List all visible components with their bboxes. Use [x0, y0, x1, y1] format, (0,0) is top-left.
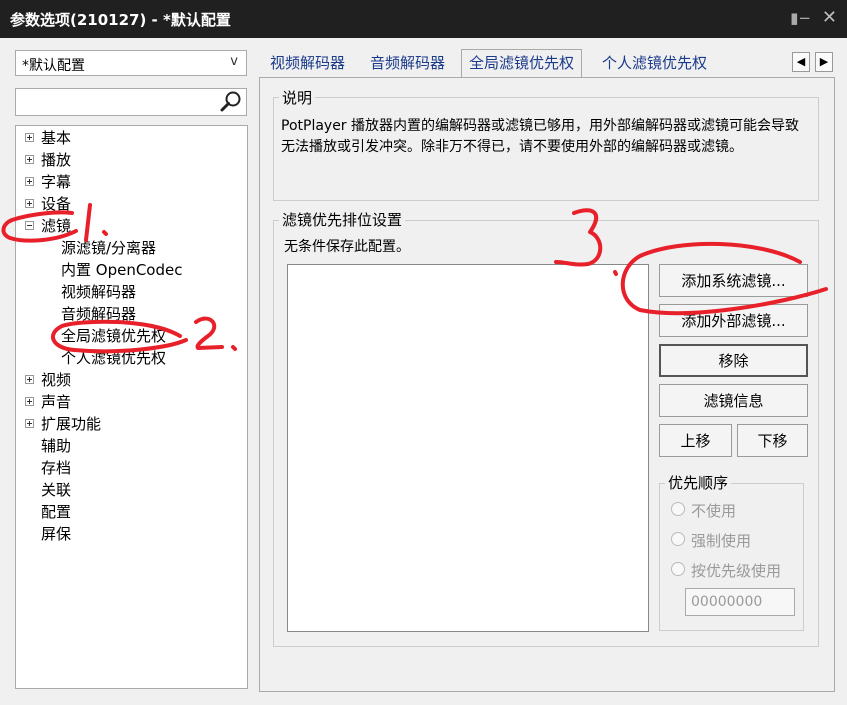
move-down-button[interactable]: 下移	[737, 424, 808, 457]
tab-2[interactable]: 音频解码器	[363, 50, 452, 77]
tab-scroll-left-button[interactable]: ◀	[792, 52, 810, 72]
tree-item-label: 基本	[41, 129, 72, 147]
pin-icon[interactable]: ▮−	[790, 9, 811, 27]
tree-item[interactable]: 关联	[41, 479, 71, 501]
tab-scroll-right-button[interactable]: ▶	[815, 52, 833, 72]
tab-4[interactable]: 个人滤镜优先权	[595, 50, 714, 77]
tab-bar: 视频解码器 音频解码器 全局滤镜优先权 个人滤镜优先权	[260, 49, 835, 78]
tree-item[interactable]: 设备	[25, 193, 72, 215]
move-up-button[interactable]: 上移	[659, 424, 732, 457]
tree-item[interactable]: 基本	[25, 127, 72, 149]
tree-item-label: 字幕	[41, 173, 72, 191]
radio-button[interactable]	[671, 562, 685, 576]
tree-item[interactable]: 扩展功能	[25, 413, 102, 435]
priority-value-field[interactable]: 00000000	[685, 588, 795, 616]
expand-icon[interactable]	[25, 199, 34, 208]
tree-item[interactable]: 辅助	[41, 435, 71, 457]
radio-button[interactable]	[671, 502, 685, 516]
tree-item[interactable]: 音频解码器	[61, 303, 136, 325]
tree-item[interactable]: 视频解码器	[61, 281, 136, 303]
tree-item[interactable]: 全局滤镜优先权	[61, 325, 166, 347]
radio-label: 按优先级使用	[691, 562, 782, 580]
tree-item-label: 个人滤镜优先权	[61, 349, 167, 367]
expand-icon[interactable]	[25, 155, 34, 164]
expand-icon[interactable]	[25, 397, 34, 406]
description-text: PotPlayer 播放器内置的编解码器或滤镜已够用，用外部编解码器或滤镜可能会…	[281, 118, 800, 155]
tree-item[interactable]: 屏保	[41, 523, 71, 545]
tree-item-label: 滤镜	[41, 217, 72, 235]
profile-select-value: *默认配置	[22, 58, 85, 74]
radio-label: 不使用	[691, 502, 737, 520]
tree-item-label: 源滤镜/分离器	[61, 239, 157, 257]
expand-icon[interactable]	[25, 177, 34, 186]
tree-item-label: 内置 OpenCodec	[61, 261, 183, 279]
tree-item-label: 屏保	[41, 525, 72, 543]
add-external-filter-button[interactable]: 添加外部滤镜...	[659, 304, 808, 337]
settings-tree[interactable]: 基本播放字幕设备滤镜源滤镜/分离器内置 OpenCodec 视频解码器音频解码器全…	[15, 125, 248, 689]
tree-item-label: 音频解码器	[61, 305, 137, 323]
tree-item-label: 辅助	[41, 437, 72, 455]
tree-item-label: 视频解码器	[61, 283, 137, 301]
tree-item[interactable]: 视频	[25, 369, 72, 391]
title-bar: 参数选项(210127) - *默认配置 ▮− ✕	[0, 0, 847, 38]
tree-item[interactable]: 滤镜	[25, 215, 72, 237]
tree-item-label: 声音	[41, 393, 72, 411]
tree-item[interactable]: 内置 OpenCodec	[61, 259, 182, 281]
search-icon[interactable]	[219, 90, 243, 114]
save-unconditionally-note: 无条件保存此配置。	[284, 239, 410, 255]
tree-item[interactable]: 声音	[25, 391, 72, 413]
tree-item[interactable]: 存档	[41, 457, 71, 479]
tab-3[interactable]: 全局滤镜优先权	[461, 49, 583, 77]
tab-1[interactable]: 视频解码器	[263, 50, 352, 77]
priority-settings-title: 滤镜优先排位设置	[279, 211, 406, 229]
expand-icon[interactable]	[25, 133, 34, 142]
tree-item-label: 关联	[41, 481, 72, 499]
filter-info-button[interactable]: 滤镜信息	[659, 384, 808, 417]
tree-item[interactable]: 字幕	[25, 171, 72, 193]
filter-list[interactable]	[287, 264, 649, 632]
close-icon[interactable]: ✕	[822, 7, 837, 28]
expand-icon[interactable]	[25, 419, 34, 428]
tree-item-label: 配置	[41, 503, 72, 521]
preferences-window: 参数选项(210127) - *默认配置 ▮− ✕ *默认配置 v 基本播放字幕…	[0, 0, 847, 705]
tree-item-label: 设备	[41, 195, 72, 213]
tree-item-label: 存档	[41, 459, 72, 477]
tree-item-label: 播放	[41, 151, 72, 169]
radio-label: 强制使用	[691, 532, 752, 550]
profile-select[interactable]: *默认配置 v	[15, 50, 247, 76]
search-input[interactable]	[20, 93, 214, 113]
tree-item[interactable]: 个人滤镜优先权	[61, 347, 166, 369]
radio-button[interactable]	[671, 532, 685, 546]
tree-item[interactable]: 配置	[41, 501, 71, 523]
expand-icon[interactable]	[25, 375, 34, 384]
search-box[interactable]	[15, 88, 247, 116]
tree-item[interactable]: 源滤镜/分离器	[61, 237, 156, 259]
tree-item-label: 扩展功能	[41, 415, 102, 433]
collapse-icon[interactable]	[25, 221, 34, 230]
tree-item-label: 视频	[41, 371, 72, 389]
remove-button[interactable]: 移除	[659, 344, 808, 377]
tree-item-label: 全局滤镜优先权	[61, 327, 167, 345]
window-title: 参数选项(210127) - *默认配置	[10, 11, 231, 29]
add-system-filter-button[interactable]: 添加系统滤镜...	[659, 264, 808, 297]
priority-order-title: 优先顺序	[665, 474, 732, 492]
tree-item[interactable]: 播放	[25, 149, 72, 171]
description-title: 说明	[279, 89, 316, 107]
chevron-down-icon[interactable]: v	[230, 54, 238, 69]
